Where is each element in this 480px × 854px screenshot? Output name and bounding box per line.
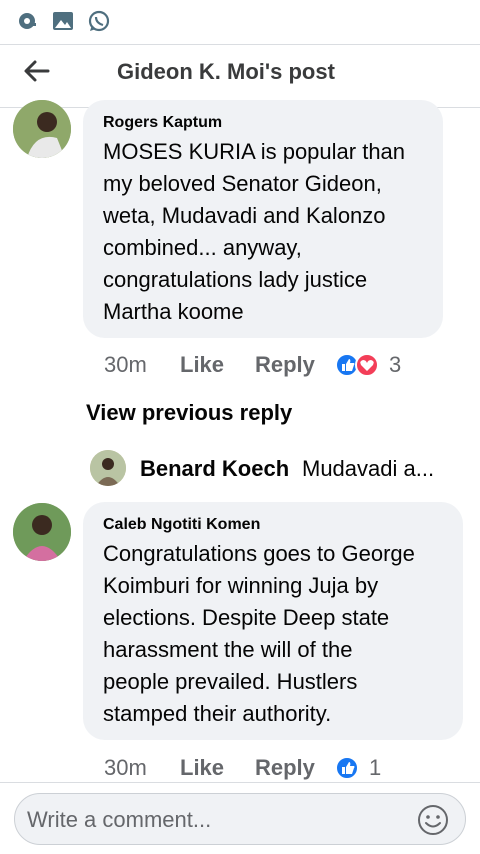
like-icon[interactable] [334, 755, 360, 781]
comment-author[interactable]: Caleb Ngotiti Komen [103, 516, 260, 534]
comment-time: 30m [104, 755, 147, 780]
comment-bubble: Rogers Kaptum MOSES KURIA is popular tha… [83, 100, 443, 338]
emoji-icon[interactable] [417, 804, 449, 836]
like-button[interactable]: Like [180, 352, 224, 378]
avatar[interactable] [13, 503, 71, 561]
gallery-icon [53, 12, 73, 30]
comment-line: weta, Mudavadi and Kalonzo [103, 203, 386, 228]
reply-button[interactable]: Reply [255, 352, 315, 378]
comment-line: combined... anyway, [103, 235, 302, 260]
post-header: Gideon K. Moi's post [0, 44, 480, 108]
comment-line: elections. Despite Deep state [103, 605, 390, 630]
comment-line: harassment the will of the [103, 637, 353, 662]
comment-line: people prevailed. Hustlers [103, 669, 358, 694]
comment-author[interactable]: Rogers Kaptum [103, 114, 222, 132]
page-title: Gideon K. Moi's post [117, 59, 335, 84]
reaction-count: 1 [369, 755, 382, 780]
comment-line: stamped their authority. [103, 701, 332, 726]
reply-snippet: Mudavadi a... [302, 456, 435, 481]
comment-text: MOSES KURIA is popular than my beloved S… [103, 136, 433, 328]
comment-bubble: Caleb Ngotiti Komen Congratulations goes… [83, 502, 463, 740]
comment-line: Congratulations goes to George [103, 541, 415, 566]
comment-composer: Write a comment... [0, 782, 480, 854]
avatar[interactable] [90, 450, 126, 486]
sync-icon [19, 13, 36, 29]
like-button[interactable]: Like [180, 755, 224, 781]
reply-author[interactable]: Benard Koech [140, 456, 289, 482]
back-arrow-icon[interactable] [22, 57, 50, 85]
reply-button[interactable]: Reply [255, 755, 315, 781]
comment-line: congratulations lady justice [103, 267, 368, 292]
reply-preview[interactable]: Benard Koech Mudavadi a... [90, 450, 470, 486]
comment-line: my beloved Senator Gideon, [103, 171, 382, 196]
comment-text: Congratulations goes to George Koimburi … [103, 538, 458, 730]
status-bar [0, 0, 480, 44]
avatar[interactable] [13, 100, 71, 158]
whatsapp-icon [88, 10, 110, 32]
view-previous-reply-link[interactable]: View previous reply [86, 400, 292, 426]
reaction-count: 3 [389, 352, 402, 377]
comment-line: MOSES KURIA is popular than [103, 139, 406, 164]
comment-input-placeholder: Write a comment... [27, 807, 212, 832]
reactions[interactable] [334, 352, 380, 378]
comment-time: 30m [104, 352, 147, 377]
comment-input[interactable]: Write a comment... [14, 793, 466, 845]
comment-line: Koimburi for winning Juja by [103, 573, 379, 598]
comment-line: Martha koome [103, 299, 244, 324]
